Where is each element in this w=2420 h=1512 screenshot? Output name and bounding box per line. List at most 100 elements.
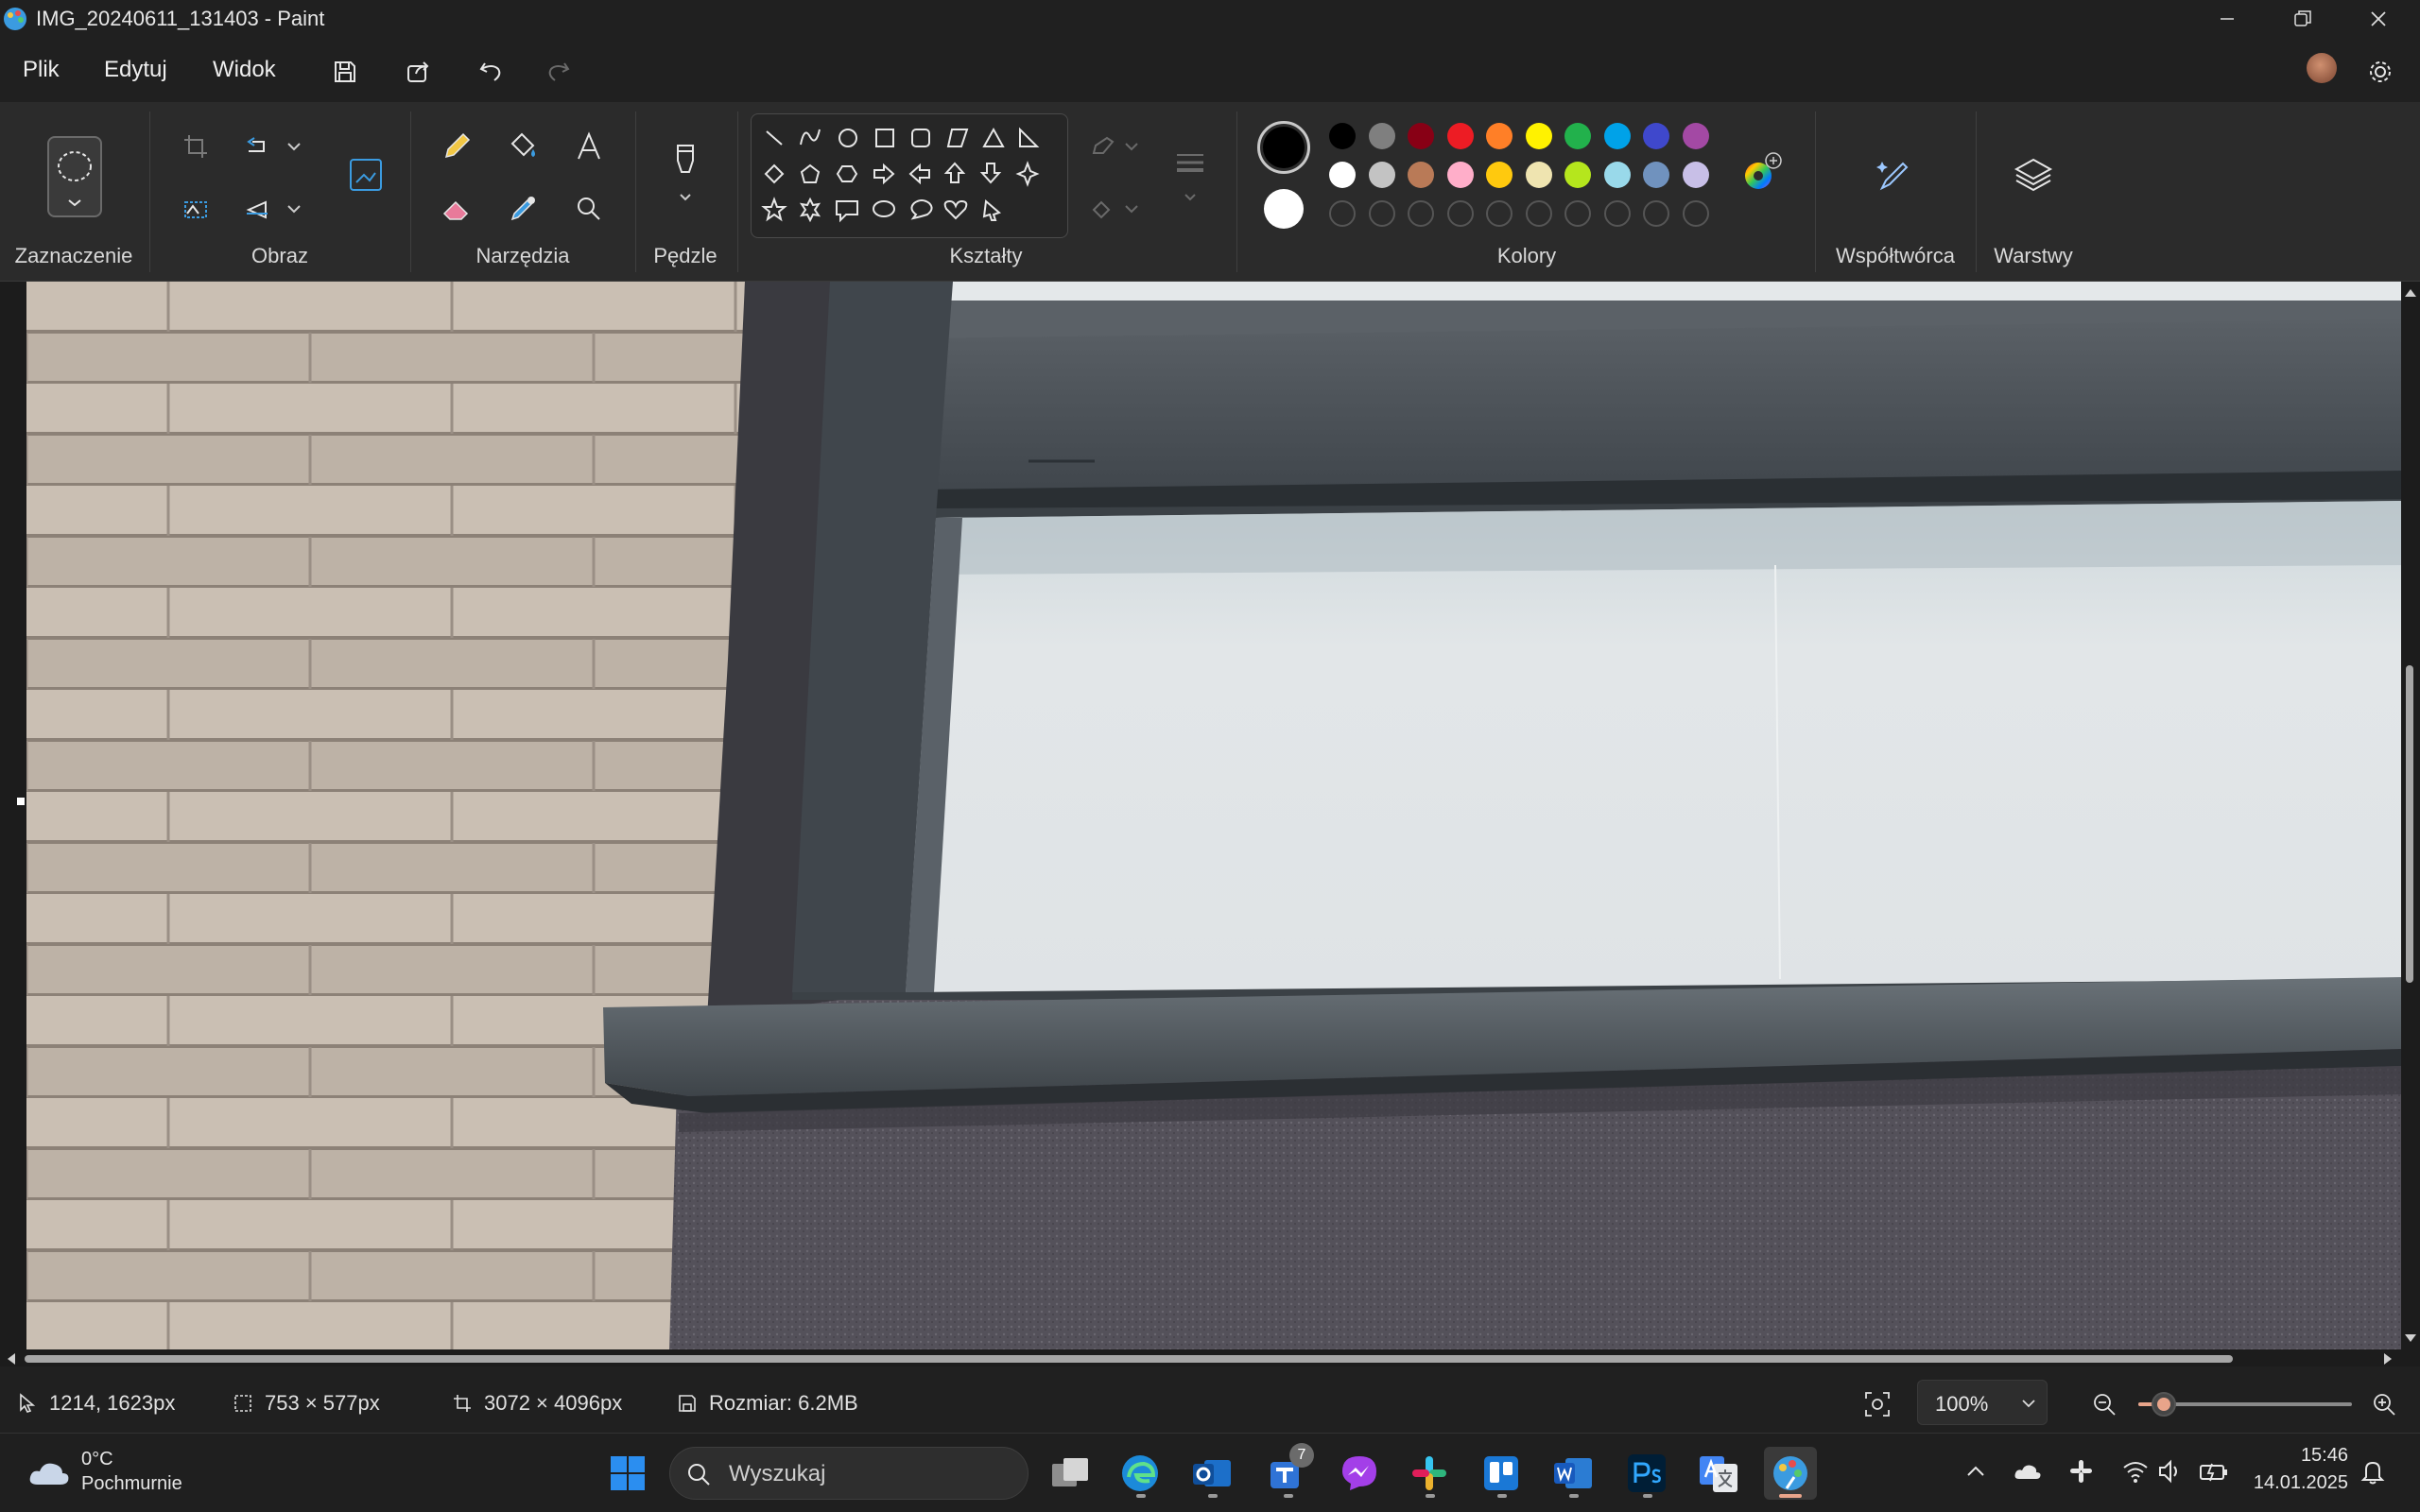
taskbar-word[interactable]: [1547, 1447, 1599, 1500]
custom-color-slot[interactable]: [1368, 200, 1395, 227]
slack-tray-icon[interactable]: [2068, 1458, 2095, 1485]
taskbar-trello[interactable]: [1475, 1447, 1528, 1500]
pencil-icon[interactable]: [431, 121, 482, 172]
taskbar-task-view[interactable]: [1044, 1447, 1097, 1500]
menu-view[interactable]: Widok: [213, 57, 276, 83]
image-adjust-icon[interactable]: [170, 183, 221, 234]
custom-color-slot[interactable]: [1603, 200, 1631, 227]
taskbar-translate[interactable]: [1692, 1447, 1745, 1500]
custom-color-slot[interactable]: [1564, 200, 1591, 227]
minimize-button[interactable]: [2189, 0, 2265, 38]
canvas-area[interactable]: [0, 282, 2420, 1349]
fit-to-window-icon[interactable]: [1862, 1389, 1893, 1419]
taskbar-photoshop[interactable]: [1620, 1447, 1673, 1500]
resize-icon[interactable]: [340, 149, 391, 200]
fill-bucket-icon[interactable]: [497, 121, 548, 172]
color-swatch[interactable]: [1525, 162, 1552, 188]
custom-color-slot[interactable]: [1486, 200, 1512, 227]
shapes-grid[interactable]: [752, 114, 1069, 239]
text-icon[interactable]: [563, 121, 614, 172]
color-swatch[interactable]: [1643, 123, 1669, 149]
scroll-left-arrow-icon[interactable]: [2, 1349, 21, 1368]
stroke-size-dropdown[interactable]: [1165, 136, 1216, 212]
color-swatch[interactable]: [1368, 123, 1395, 149]
custom-color-slot[interactable]: [1446, 200, 1474, 227]
show-hidden-icons-chevron-up-icon[interactable]: [1964, 1460, 1987, 1483]
edit-colors-icon[interactable]: [1739, 151, 1783, 195]
scroll-down-arrow-icon[interactable]: [2401, 1329, 2420, 1348]
start-button[interactable]: [601, 1447, 654, 1500]
volume-icon[interactable]: [2157, 1458, 2184, 1485]
avatar[interactable]: [2307, 53, 2337, 83]
color-swatch[interactable]: [1564, 162, 1591, 188]
wifi-icon[interactable]: [2121, 1458, 2150, 1485]
outline-dropdown[interactable]: [1085, 121, 1151, 172]
scroll-right-arrow-icon[interactable]: [2378, 1349, 2397, 1368]
custom-color-slot[interactable]: [1682, 200, 1709, 227]
scroll-up-arrow-icon[interactable]: [2401, 284, 2420, 302]
taskbar-slack[interactable]: [1403, 1447, 1456, 1500]
secondary-color[interactable]: [1264, 189, 1304, 229]
menu-file[interactable]: Plik: [23, 57, 60, 83]
color-swatch[interactable]: [1564, 123, 1591, 149]
rotate-dropdown[interactable]: [238, 121, 314, 172]
brush-dropdown[interactable]: [660, 136, 711, 212]
custom-color-slot[interactable]: [1525, 200, 1552, 227]
color-swatch[interactable]: [1446, 162, 1474, 188]
taskbar-outlook[interactable]: [1185, 1447, 1238, 1500]
color-swatch[interactable]: [1408, 123, 1434, 149]
share-icon[interactable]: [397, 51, 439, 93]
taskbar-teams[interactable]: 7: [1261, 1443, 1314, 1500]
color-swatch[interactable]: [1603, 162, 1631, 188]
taskbar-edge[interactable]: [1114, 1447, 1167, 1500]
taskbar-messenger[interactable]: [1333, 1447, 1386, 1500]
primary-color[interactable]: [1257, 121, 1310, 174]
color-swatch[interactable]: [1682, 162, 1709, 188]
fill-dropdown[interactable]: [1085, 183, 1151, 234]
horizontal-scroll-thumb[interactable]: [25, 1355, 2233, 1363]
notification-bell-icon[interactable]: [2360, 1458, 2386, 1485]
crop-icon[interactable]: [170, 121, 221, 172]
weather-widget[interactable]: 0°C Pochmurnie: [23, 1449, 250, 1502]
color-swatch[interactable]: [1486, 162, 1512, 188]
undo-icon[interactable]: [471, 51, 512, 93]
clock[interactable]: 15:46 14.01.2025: [2244, 1445, 2348, 1494]
zoom-out-icon[interactable]: [2091, 1391, 2118, 1418]
battery-icon[interactable]: [2199, 1458, 2229, 1485]
custom-color-slot[interactable]: [1643, 200, 1669, 227]
custom-color-slot[interactable]: [1329, 200, 1356, 227]
zoom-in-icon[interactable]: [2371, 1391, 2397, 1418]
color-swatch[interactable]: [1603, 123, 1631, 149]
settings-icon[interactable]: [2360, 51, 2401, 93]
cocreator-icon[interactable]: [1870, 149, 1921, 200]
flip-dropdown[interactable]: [238, 183, 314, 234]
search-box[interactable]: Wyszukaj: [669, 1447, 1028, 1500]
save-icon[interactable]: [324, 51, 366, 93]
close-button[interactable]: [2341, 0, 2416, 38]
color-swatch[interactable]: [1329, 123, 1356, 149]
color-swatch[interactable]: [1368, 162, 1395, 188]
vertical-scroll-thumb[interactable]: [2406, 665, 2413, 983]
zoom-dropdown[interactable]: 100%: [1917, 1380, 2048, 1425]
restore-button[interactable]: [2265, 0, 2341, 38]
color-swatch[interactable]: [1486, 123, 1512, 149]
selection-tool-button[interactable]: [47, 136, 102, 217]
menu-edit[interactable]: Edytuj: [104, 57, 167, 83]
onedrive-icon[interactable]: [2014, 1460, 2042, 1483]
vertical-scrollbar[interactable]: [2401, 282, 2420, 1349]
zoom-slider-thumb[interactable]: [2152, 1392, 2177, 1417]
image-canvas[interactable]: [26, 282, 2401, 1349]
redo-icon[interactable]: [537, 51, 579, 93]
magnifier-icon[interactable]: [563, 183, 614, 234]
color-picker-icon[interactable]: [497, 183, 548, 234]
color-swatch[interactable]: [1643, 162, 1669, 188]
horizontal-scrollbar-track[interactable]: [0, 1349, 2420, 1368]
layers-icon[interactable]: [2008, 149, 2059, 200]
color-swatch[interactable]: [1682, 123, 1709, 149]
canvas-resize-handle[interactable]: [17, 798, 25, 805]
color-swatch[interactable]: [1329, 162, 1356, 188]
taskbar-paint[interactable]: [1764, 1447, 1817, 1500]
color-swatch[interactable]: [1408, 162, 1434, 188]
color-swatch[interactable]: [1446, 123, 1474, 149]
eraser-icon[interactable]: [431, 183, 482, 234]
